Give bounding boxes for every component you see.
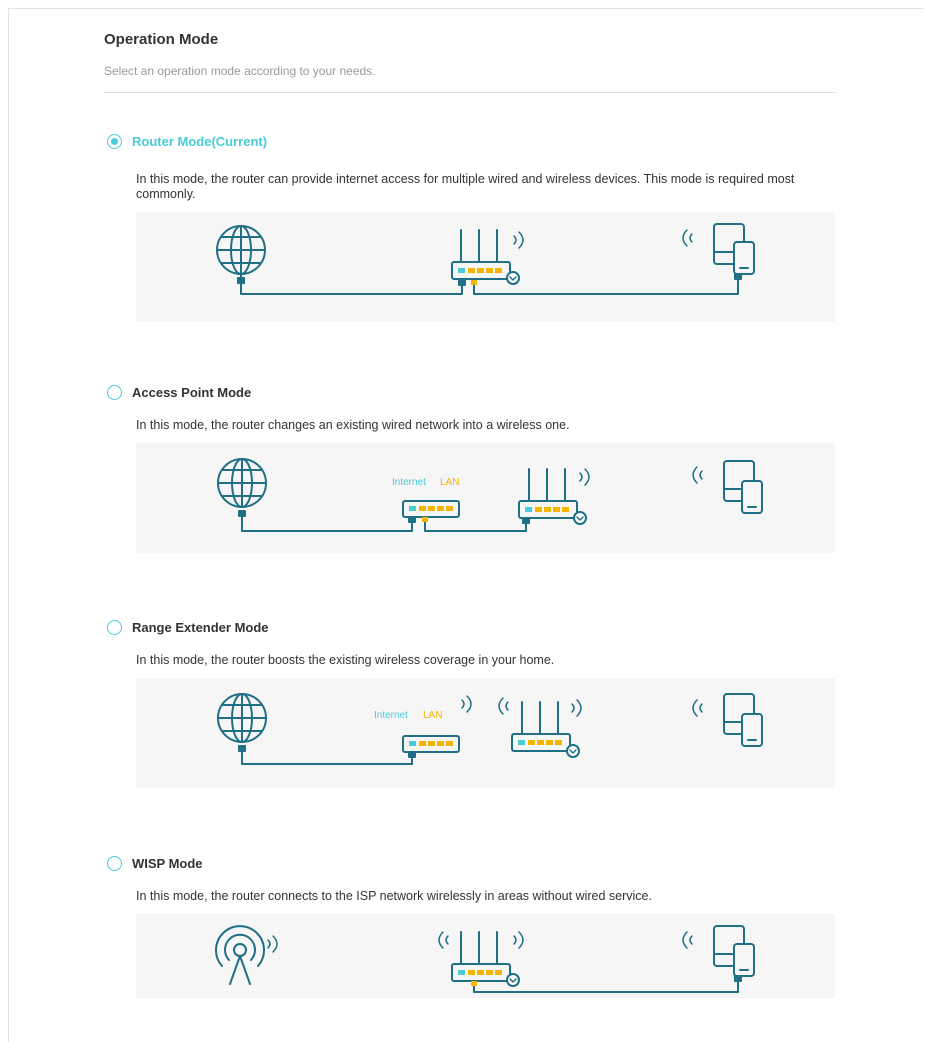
access-point-mode-option[interactable]: Access Point Mode: [104, 382, 864, 402]
globe-icon: [217, 693, 267, 743]
internet-label: Internet: [374, 710, 408, 721]
router-icon: [518, 468, 590, 525]
access-point-mode-label[interactable]: Access Point Mode: [132, 385, 251, 400]
wisp-mode-description: In this mode, the router connects to the…: [136, 889, 652, 903]
router-mode-diagram: [136, 212, 835, 322]
range-extender-mode-radio[interactable]: [107, 619, 122, 635]
router-icon: [438, 931, 524, 987]
router-mode-description: In this mode, the router can provide int…: [136, 172, 795, 201]
access-point-mode-description: In this mode, the router changes an exis…: [136, 418, 570, 432]
lan-label: LAN: [440, 477, 460, 488]
range-extender-mode-option[interactable]: Range Extender Mode: [104, 617, 864, 637]
mode-access-point: Access Point Mode In this mode, the rout…: [104, 382, 864, 553]
range-extender-mode-label[interactable]: Range Extender Mode: [132, 620, 269, 635]
globe-icon: [216, 225, 266, 275]
globe-icon: [217, 458, 267, 508]
wisp-mode-option[interactable]: WISP Mode: [104, 853, 864, 873]
router-mode-radio[interactable]: [107, 133, 122, 149]
range-extender-mode-diagram: Internet LAN: [136, 678, 835, 788]
lan-label: LAN: [423, 710, 443, 721]
devices-icon: [692, 693, 763, 747]
antenna-tower-icon: [215, 925, 278, 985]
router-icon: [498, 697, 582, 758]
router-mode-option[interactable]: Router Mode(Current): [104, 131, 864, 151]
wisp-mode-radio[interactable]: [107, 855, 122, 871]
range-extender-mode-description: In this mode, the router boosts the exis…: [136, 653, 555, 667]
devices-icon: [682, 223, 755, 275]
mode-wisp: WISP Mode In this mode, the router conne…: [104, 853, 864, 998]
page-title: Operation Mode: [104, 31, 219, 48]
modem-icon: [402, 500, 460, 518]
access-point-mode-diagram: Internet LAN: [136, 443, 835, 553]
wisp-mode-label[interactable]: WISP Mode: [132, 856, 203, 871]
router-icon: [451, 229, 524, 285]
divider: [104, 92, 836, 93]
router-mode-label[interactable]: Router Mode(Current): [132, 134, 267, 149]
internet-label: Internet: [392, 477, 426, 488]
access-point-mode-radio[interactable]: [107, 384, 122, 400]
wireless-router-icon: [402, 695, 472, 753]
devices-icon: [692, 460, 763, 514]
mode-range-extender: Range Extender Mode In this mode, the ro…: [104, 617, 864, 788]
wisp-mode-diagram: [136, 914, 835, 998]
devices-icon: [682, 925, 755, 977]
mode-router: Router Mode(Current) In this mode, the r…: [104, 131, 864, 322]
page-subtitle: Select an operation mode according to yo…: [104, 64, 376, 78]
